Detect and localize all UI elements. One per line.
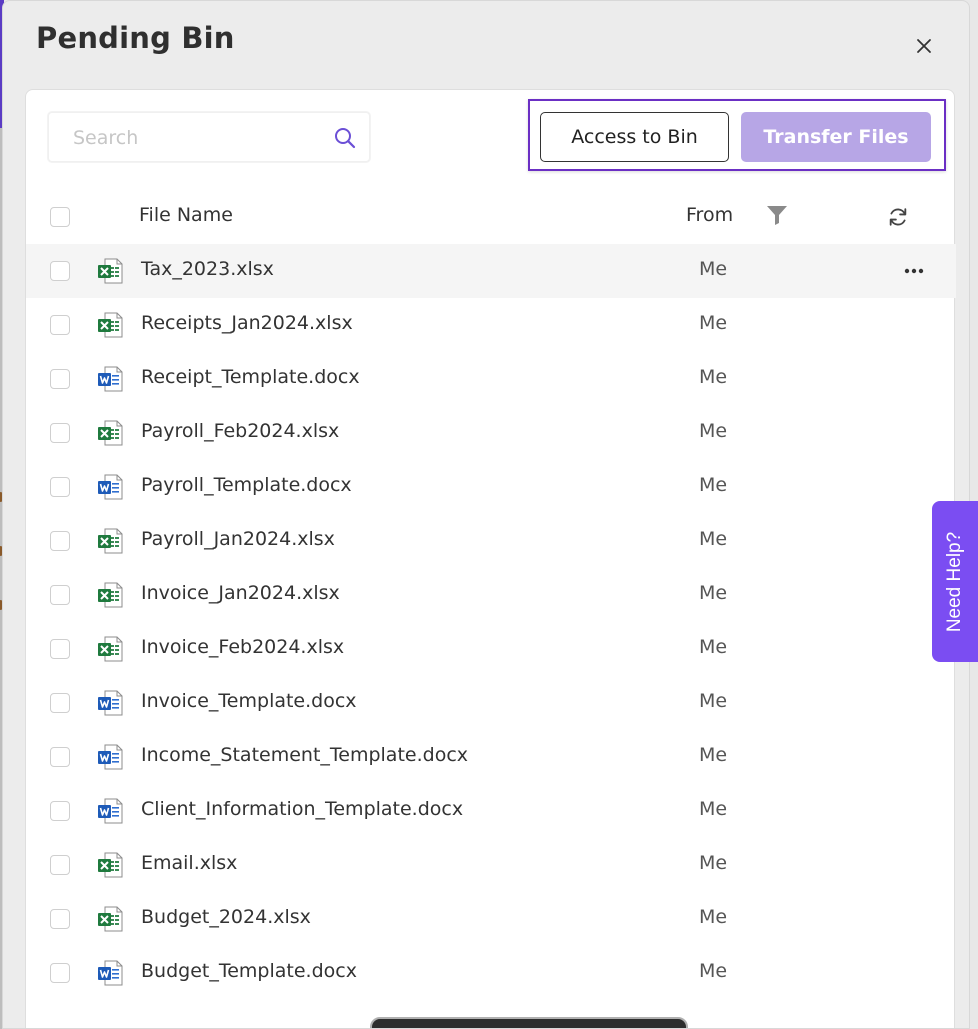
excel-file-icon [96,419,124,447]
row-checkbox[interactable] [50,801,70,821]
excel-file-icon [96,311,124,339]
row-checkbox[interactable] [50,585,70,605]
table-row[interactable]: Payroll_Feb2024.xlsx Me [26,406,956,460]
table-row[interactable]: Invoice_Template.docx Me [26,676,956,730]
filter-icon[interactable] [766,204,788,226]
row-checkbox[interactable] [50,639,70,659]
file-name[interactable]: Receipt_Template.docx [141,366,360,388]
file-name[interactable]: Invoice_Template.docx [141,690,357,712]
file-name[interactable]: Invoice_Feb2024.xlsx [141,636,344,658]
file-name[interactable]: Tax_2023.xlsx [141,258,274,280]
modal-title: Pending Bin [36,21,235,55]
row-checkbox[interactable] [50,747,70,767]
table-row[interactable]: Tax_2023.xlsx Me [26,244,956,298]
close-button[interactable] [913,35,935,57]
file-name[interactable]: Payroll_Feb2024.xlsx [141,420,339,442]
search-input[interactable] [49,113,345,163]
table-row[interactable]: Invoice_Feb2024.xlsx Me [26,622,956,676]
bottom-toast-bar [370,1017,688,1028]
file-name[interactable]: Income_Statement_Template.docx [141,744,468,766]
row-checkbox[interactable] [50,261,70,281]
file-from: Me [699,474,728,496]
excel-file-icon [96,527,124,555]
transfer-files-button[interactable]: Transfer Files [741,112,931,162]
row-checkbox[interactable] [50,693,70,713]
close-icon [917,39,931,53]
file-from: Me [699,690,728,712]
file-from: Me [699,258,728,280]
row-checkbox[interactable] [50,315,70,335]
word-file-icon [96,797,124,825]
file-name[interactable]: Client_Information_Template.docx [141,798,463,820]
excel-file-icon [96,905,124,933]
need-help-label: Need Help? [944,531,965,632]
word-file-icon [96,743,124,771]
file-name[interactable]: Invoice_Jan2024.xlsx [141,582,340,604]
file-name[interactable]: Email.xlsx [141,852,237,874]
row-checkbox[interactable] [50,855,70,875]
file-from: Me [699,906,728,928]
need-help-tab[interactable]: Need Help? [932,501,978,662]
file-panel: Access to Bin Transfer Files File Name F… [25,89,956,1028]
excel-file-icon [96,581,124,609]
more-icon[interactable] [902,260,926,282]
file-name[interactable]: Budget_Template.docx [141,960,357,982]
file-from: Me [699,312,728,334]
excel-file-icon [96,851,124,879]
table-row[interactable]: Receipt_Template.docx Me [26,352,956,406]
table-row[interactable]: Receipts_Jan2024.xlsx Me [26,298,956,352]
excel-file-icon [96,635,124,663]
file-from: Me [699,528,728,550]
excel-file-icon [96,257,124,285]
file-name[interactable]: Payroll_Jan2024.xlsx [141,528,335,550]
word-file-icon [96,365,124,393]
column-header-file-name[interactable]: File Name [139,204,233,226]
file-list: Tax_2023.xlsx Me Receipts_Jan2024.xlsx Me Re… [26,244,956,1000]
file-from: Me [699,420,728,442]
table-row[interactable]: Budget_2024.xlsx Me [26,892,956,946]
row-checkbox[interactable] [50,369,70,389]
row-checkbox[interactable] [50,423,70,443]
word-file-icon [96,689,124,717]
refresh-icon[interactable] [887,206,909,228]
row-checkbox[interactable] [50,477,70,497]
row-checkbox[interactable] [50,531,70,551]
table-row[interactable]: Payroll_Jan2024.xlsx Me [26,514,956,568]
table-row[interactable]: Budget_Template.docx Me [26,946,956,1000]
table-row[interactable]: Invoice_Jan2024.xlsx Me [26,568,956,622]
table-row[interactable]: Email.xlsx Me [26,838,956,892]
file-from: Me [699,744,728,766]
search-box [48,112,370,163]
table-row[interactable]: Payroll_Template.docx Me [26,460,956,514]
file-from: Me [699,852,728,874]
column-header-from[interactable]: From [686,204,733,226]
word-file-icon [96,959,124,987]
table-row[interactable]: Client_Information_Template.docx Me [26,784,956,838]
table-header: File Name From [26,190,956,242]
file-from: Me [699,798,728,820]
word-file-icon [96,473,124,501]
access-to-bin-button[interactable]: Access to Bin [540,112,729,162]
search-icon[interactable] [333,126,357,150]
file-from: Me [699,960,728,982]
select-all-checkbox[interactable] [50,207,70,227]
file-name[interactable]: Payroll_Template.docx [141,474,352,496]
file-from: Me [699,582,728,604]
file-from: Me [699,366,728,388]
table-row[interactable]: Income_Statement_Template.docx Me [26,730,956,784]
pending-bin-modal: Pending Bin Access to Bin Transfer Files… [2,0,970,1029]
row-checkbox[interactable] [50,909,70,929]
file-name[interactable]: Budget_2024.xlsx [141,906,311,928]
file-from: Me [699,636,728,658]
file-name[interactable]: Receipts_Jan2024.xlsx [141,312,353,334]
row-checkbox[interactable] [50,963,70,983]
